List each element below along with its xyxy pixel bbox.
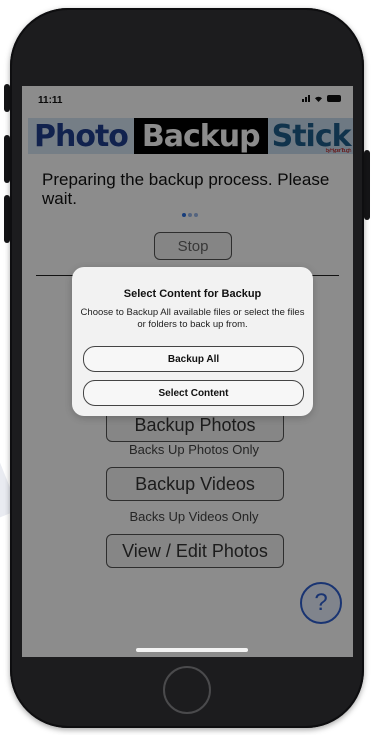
select-content-button[interactable]: Select Content (83, 380, 304, 406)
dialog-title: Select Content for Backup (123, 288, 262, 300)
home-indicator[interactable] (136, 648, 248, 652)
backup-all-button[interactable]: Backup All (83, 346, 304, 372)
backup-dialog: Select Content for Backup Choose to Back… (72, 267, 313, 416)
home-button[interactable] (163, 666, 211, 714)
dialog-message: Choose to Backup All available files or … (80, 307, 305, 330)
power-button (364, 150, 370, 220)
phone-screen: 11:11 Photo Backup Stick by Hyper Tough … (22, 86, 353, 657)
